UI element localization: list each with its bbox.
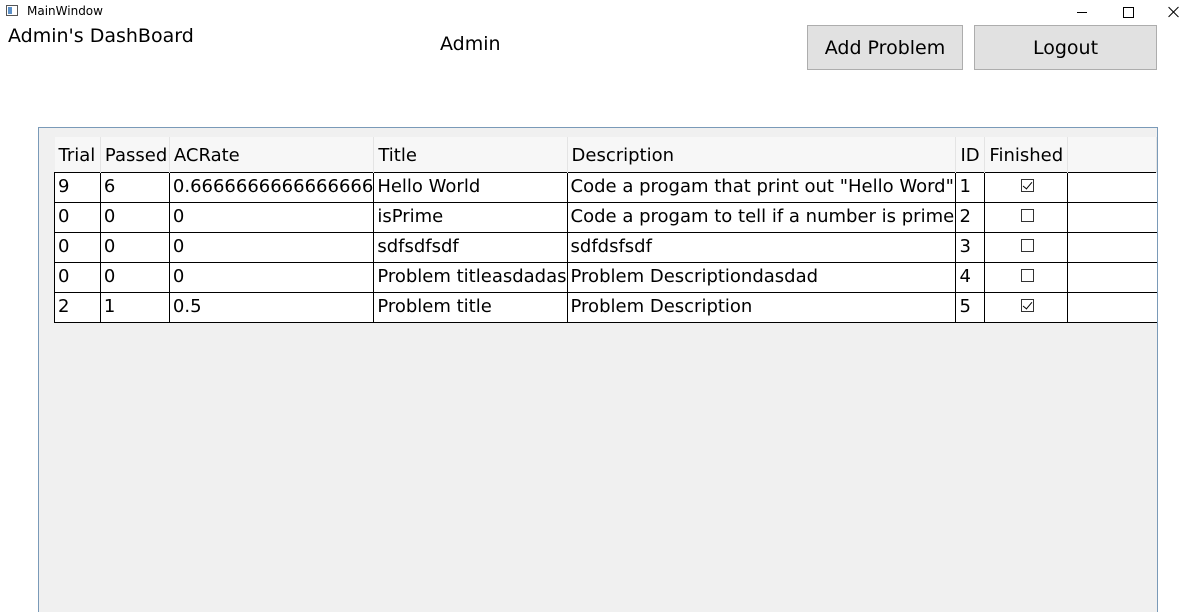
cell-passed[interactable]: 1 <box>99 292 170 323</box>
column-header-passed[interactable]: Passed <box>100 137 170 172</box>
main-window: MainWindow Admin's DashBoard Admin Add P… <box>0 0 1194 612</box>
cell-finished[interactable] <box>984 292 1068 323</box>
cell-trial[interactable]: 0 <box>54 262 101 293</box>
cell-filler <box>1067 292 1157 323</box>
column-header-description[interactable]: Description <box>567 137 957 172</box>
column-header-acrate[interactable]: ACRate <box>169 137 375 172</box>
cell-filler <box>1067 202 1157 233</box>
close-button[interactable] <box>1151 0 1194 24</box>
table-row[interactable]: 9 6 0.6666666666666666 Hello World Code … <box>54 171 1157 203</box>
cell-trial[interactable]: 9 <box>54 171 101 203</box>
title-bar[interactable]: MainWindow <box>0 0 1194 24</box>
cell-id[interactable]: 3 <box>955 232 985 263</box>
add-problem-button[interactable]: Add Problem <box>807 25 963 70</box>
cell-title[interactable]: isPrime <box>373 202 568 233</box>
table-header-row: Trial Passed ACRate Title Description ID… <box>54 137 1157 172</box>
cell-description[interactable]: Code a progam that print out "Hello Word… <box>566 171 956 203</box>
finished-checkbox[interactable] <box>1021 239 1035 252</box>
cell-passed[interactable]: 0 <box>99 232 170 263</box>
close-icon <box>1168 6 1180 18</box>
finished-checkbox[interactable] <box>1021 179 1035 192</box>
cell-finished[interactable] <box>984 262 1068 293</box>
logout-button[interactable]: Logout <box>974 25 1157 70</box>
table-row[interactable]: 2 1 0.5 Problem title Problem Descriptio… <box>54 292 1157 323</box>
minimize-icon <box>1077 11 1087 13</box>
cell-acrate[interactable]: 0 <box>168 232 374 263</box>
maximize-icon <box>1122 6 1134 18</box>
user-name-label: Admin <box>440 33 501 55</box>
problems-table: Trial Passed ACRate Title Description ID… <box>54 137 1157 323</box>
column-header-trial[interactable]: Trial <box>54 137 101 172</box>
cell-description[interactable]: Code a progam to tell if a number is pri… <box>566 202 956 233</box>
table-row[interactable]: 0 0 0 Problem titleasdadas Problem Descr… <box>54 262 1157 293</box>
finished-checkbox[interactable] <box>1021 269 1035 282</box>
cell-id[interactable]: 4 <box>955 262 985 293</box>
cell-filler <box>1067 262 1157 293</box>
column-header-filler <box>1067 137 1157 172</box>
minimize-button[interactable] <box>1059 0 1105 24</box>
cell-id[interactable]: 5 <box>955 292 985 323</box>
cell-finished[interactable] <box>984 232 1068 263</box>
cell-finished[interactable] <box>984 171 1068 203</box>
maximize-button[interactable] <box>1105 0 1151 24</box>
cell-trial[interactable]: 2 <box>54 292 101 323</box>
cell-title[interactable]: Hello World <box>373 171 568 203</box>
table-row[interactable]: 0 0 0 sdfsdfsdf sdfdsfsdf 3 <box>54 232 1157 263</box>
cell-passed[interactable]: 0 <box>99 202 170 233</box>
cell-id[interactable]: 2 <box>955 202 985 233</box>
problems-data-grid[interactable]: Trial Passed ACRate Title Description ID… <box>38 127 1158 612</box>
cell-description[interactable]: sdfdsfsdf <box>566 232 956 263</box>
cell-filler <box>1067 232 1157 263</box>
cell-acrate[interactable]: 0 <box>168 262 374 293</box>
column-header-finished[interactable]: Finished <box>984 137 1069 172</box>
cell-filler <box>1067 171 1157 203</box>
cell-title[interactable]: sdfsdfsdf <box>373 232 568 263</box>
cell-passed[interactable]: 6 <box>99 171 170 203</box>
cell-finished[interactable] <box>984 202 1068 233</box>
cell-id[interactable]: 1 <box>955 171 985 203</box>
cell-trial[interactable]: 0 <box>54 202 101 233</box>
dashboard-title: Admin's DashBoard <box>8 25 194 47</box>
finished-checkbox[interactable] <box>1021 299 1035 312</box>
column-header-title[interactable]: Title <box>373 137 568 172</box>
column-header-id[interactable]: ID <box>955 137 986 172</box>
cell-description[interactable]: Problem Description <box>566 292 956 323</box>
cell-title[interactable]: Problem titleasdadas <box>373 262 568 293</box>
cell-acrate[interactable]: 0 <box>168 202 374 233</box>
window-app-icon <box>6 5 18 16</box>
finished-checkbox[interactable] <box>1021 209 1035 222</box>
cell-acrate[interactable]: 0.6666666666666666 <box>168 171 374 203</box>
cell-title[interactable]: Problem title <box>373 292 568 323</box>
table-row[interactable]: 0 0 0 isPrime Code a progam to tell if a… <box>54 202 1157 233</box>
cell-passed[interactable]: 0 <box>99 262 170 293</box>
cell-description[interactable]: Problem Descriptiondasdad <box>566 262 956 293</box>
cell-trial[interactable]: 0 <box>54 232 101 263</box>
cell-acrate[interactable]: 0.5 <box>168 292 374 323</box>
window-title: MainWindow <box>27 4 103 18</box>
